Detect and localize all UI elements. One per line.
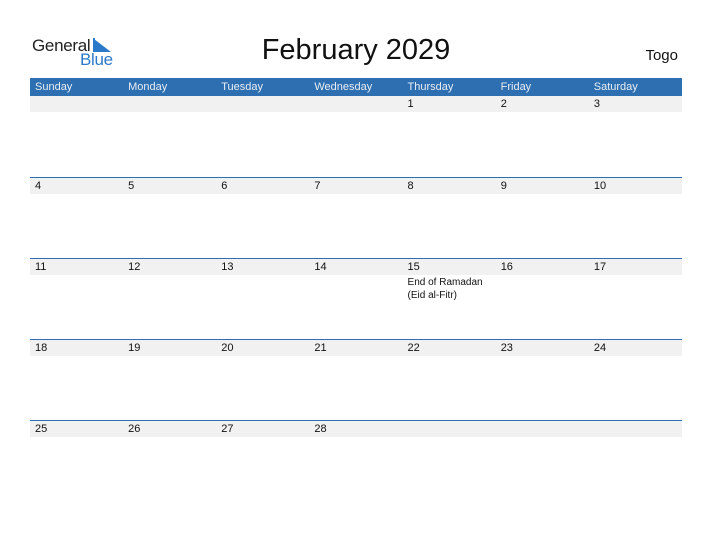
day-cell: 5 — [123, 178, 216, 259]
day-number: 5 — [128, 180, 135, 192]
day-cell: 8 — [403, 178, 496, 259]
day-cell: 20 — [216, 340, 309, 421]
day-cell: 23 — [496, 340, 589, 421]
day-number: 16 — [500, 261, 513, 273]
day-cell: 28 — [309, 421, 402, 502]
week-row: 25 26 27 28 — [30, 420, 682, 502]
day-cell: 4 — [30, 178, 123, 259]
week-row: 4 5 6 7 8 9 10 — [30, 177, 682, 259]
day-cell: 16 — [496, 259, 589, 340]
day-number: 2 — [500, 98, 507, 110]
day-number: 4 — [35, 180, 42, 192]
day-number: 22 — [407, 342, 420, 354]
day-cell: 11 — [30, 259, 123, 340]
weekday-wednesday: Wednesday — [314, 81, 373, 93]
day-number: 23 — [500, 342, 513, 354]
weekday-sunday: Sunday — [35, 81, 73, 93]
day-number: 12 — [128, 261, 141, 273]
day-number: 25 — [35, 423, 48, 435]
day-cell: 3 — [589, 96, 682, 177]
day-cell — [589, 421, 682, 502]
day-number: 15 — [407, 261, 420, 273]
weekday-friday: Friday — [500, 81, 532, 93]
day-number: 14 — [314, 261, 327, 273]
weekday-thursday: Thursday — [407, 81, 454, 93]
week-row: 1 2 3 — [30, 96, 682, 177]
day-number: 13 — [221, 261, 234, 273]
day-cell: 7 — [309, 178, 402, 259]
day-number: 20 — [221, 342, 234, 354]
day-cell: 18 — [30, 340, 123, 421]
day-number: 27 — [221, 423, 234, 435]
day-cell: 1 — [403, 96, 496, 177]
day-cell: 9 — [496, 178, 589, 259]
day-cell — [216, 96, 309, 177]
day-cell: 26 — [123, 421, 216, 502]
day-cell: 2 — [496, 96, 589, 177]
day-number: 24 — [593, 342, 607, 354]
day-cell — [496, 421, 589, 502]
day-number: 11 — [35, 261, 47, 273]
day-number: 9 — [500, 180, 507, 192]
page-title: February 2029 — [261, 34, 451, 66]
weekday-header: Sunday Monday Tuesday Wednesday Thursday… — [30, 78, 682, 96]
day-cell: 25 — [30, 421, 123, 502]
day-number: 10 — [593, 180, 607, 192]
day-number: 17 — [593, 261, 607, 273]
day-cell: 10 — [589, 178, 682, 259]
day-cell: 24 — [589, 340, 682, 421]
day-cell: 15 End of Ramadan (Eid al-Fitr) — [403, 259, 496, 340]
day-number: 1 — [407, 98, 414, 110]
week-row: 18 19 20 21 22 23 24 — [30, 339, 682, 421]
day-cell — [30, 96, 123, 177]
day-number: 21 — [314, 342, 327, 354]
day-cell: 27 — [216, 421, 309, 502]
day-number: 8 — [407, 180, 414, 192]
day-number: 3 — [593, 98, 600, 110]
day-number: 28 — [314, 423, 327, 435]
day-number: 26 — [128, 423, 141, 435]
day-cell: 12 — [123, 259, 216, 340]
day-number: 18 — [35, 342, 48, 354]
day-number: 6 — [221, 180, 228, 192]
day-cell: 17 — [589, 259, 682, 340]
day-cell: 14 — [309, 259, 402, 340]
country-label: Togo — [645, 47, 678, 64]
day-cell — [309, 96, 402, 177]
week-row: 11 12 13 14 15 End of Ramadan (Eid al-Fitr) 16… — [30, 258, 682, 340]
day-cell: 13 — [216, 259, 309, 340]
weekday-tuesday: Tuesday — [221, 81, 264, 93]
day-cell: 19 — [123, 340, 216, 421]
weekday-saturday: Saturday — [593, 81, 638, 93]
holiday-event: End of Ramadan (Eid al-Fitr) — [407, 277, 483, 301]
day-cell: 22 — [403, 340, 496, 421]
day-number: 19 — [128, 342, 141, 354]
day-cell — [123, 96, 216, 177]
day-cell: 21 — [309, 340, 402, 421]
day-number: 7 — [314, 180, 321, 192]
weekday-monday: Monday — [128, 81, 168, 93]
day-cell: 6 — [216, 178, 309, 259]
day-cell — [403, 421, 496, 502]
